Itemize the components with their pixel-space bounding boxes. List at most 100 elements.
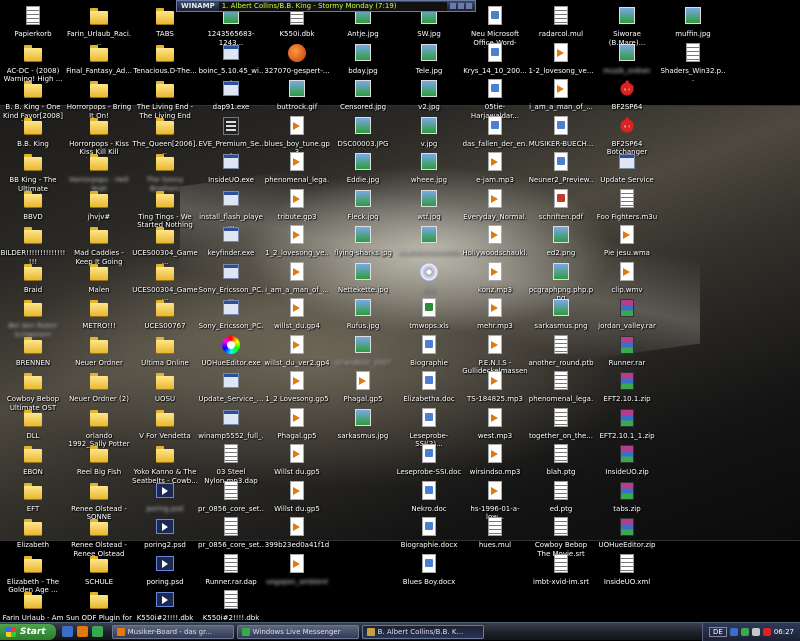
winamp-window-buttons[interactable] — [447, 3, 475, 9]
desktop-icon-label: flying-sharks.jpg — [334, 249, 392, 257]
desktop-icon[interactable]: Blues Boy.docx — [396, 551, 462, 623]
desktop-icon-label: Biographie — [410, 358, 448, 367]
taskbar-button-label: Windows Live Messenger — [252, 627, 341, 636]
desktop-icon-label: konz.mp3 — [477, 285, 513, 294]
taskbar-button[interactable]: Musiker-Board - das gr... — [111, 624, 234, 639]
desktop-icon-label: UOSU — [154, 395, 176, 403]
desktop-icon-label: poring.psd — [146, 577, 184, 586]
antivirus-icon[interactable] — [762, 627, 771, 636]
exe-icon — [220, 224, 242, 246]
shade-icon[interactable] — [458, 3, 464, 9]
desktop-icon[interactable]: vegapsn_ambient — [264, 551, 330, 623]
folder-icon — [88, 151, 110, 173]
folder-icon — [154, 78, 176, 100]
minimize-icon[interactable] — [450, 3, 456, 9]
media-icon — [484, 370, 506, 392]
desktop-icon-label: clip.wmv — [611, 285, 643, 294]
desktop-icon-label: Eddie.jpg — [346, 176, 380, 184]
desktop-icon-label: willst_du_ver2.gp4 — [264, 358, 330, 367]
desktop-icon-label: UOHueEditor.zip — [598, 541, 656, 549]
desktop-icon[interactable]: sarkasmus.jpg — [330, 405, 396, 477]
text-icon — [220, 480, 242, 502]
desktop-icon-label: Neuer Ordner — [75, 358, 123, 367]
taskbar-button[interactable]: B. Albert Collins/B.B. K... — [361, 624, 484, 639]
image-icon — [418, 224, 440, 246]
desktop-icon-label: InsideUO.xml — [603, 577, 651, 586]
text-icon — [550, 5, 572, 27]
desktop-icon[interactable]: hues.mul — [462, 514, 528, 586]
doc-icon — [550, 115, 572, 137]
desktop-icon-label: Elizabetha.doc — [403, 395, 455, 403]
quick-launch — [56, 626, 109, 637]
start-button[interactable]: Start — [0, 623, 56, 640]
desktop-icon-label: tribute.gp3 — [277, 212, 317, 221]
desktop-icon-label: Nettekette.jpg — [337, 285, 389, 294]
desktop-icon-label: sarkasmus.jpg — [337, 431, 389, 440]
folder-icon — [22, 480, 44, 502]
desktop-icon-label: InsideUO.exe — [208, 176, 254, 184]
doc-icon — [484, 42, 506, 64]
desktop-icon[interactable]: InsideUO.xml — [594, 551, 660, 623]
desktop-icon-label: west.mp3 — [477, 431, 513, 440]
desktop-icon-label: METRO!!! — [82, 322, 116, 330]
text-icon — [484, 516, 506, 538]
desktop-icon-label: v.jpg — [420, 139, 438, 148]
desktop-icon-label: DSC00003.JPG — [337, 139, 389, 148]
text-icon — [22, 5, 44, 27]
folder-icon — [22, 370, 44, 392]
taskbar-button[interactable]: Windows Live Messenger — [236, 624, 359, 639]
desktop-icon-label: Leseprobe-SSI.doc — [396, 468, 462, 476]
image-icon — [352, 334, 374, 356]
language-indicator[interactable]: DE — [708, 626, 727, 637]
exe-icon — [220, 370, 242, 392]
media-icon — [286, 115, 308, 137]
desktop-icon-label: Tele.jpg — [415, 66, 443, 75]
desktop-icon-label: willst_du.gp4 — [274, 322, 320, 330]
messenger-icon[interactable] — [91, 626, 103, 637]
media-icon — [550, 42, 572, 64]
video-icon — [154, 480, 176, 502]
volume-icon[interactable] — [751, 627, 760, 636]
text-icon — [616, 553, 638, 575]
taskbar-buttons: Musiker-Board - das gr... Windows Live Me… — [109, 624, 484, 639]
media-icon — [286, 224, 308, 246]
close-icon[interactable] — [466, 3, 472, 9]
folder-icon — [88, 5, 110, 27]
desktop-icon-label: i_am_a_man_of_... — [265, 285, 329, 294]
desktop-icon-label: Antje.jpg — [347, 30, 379, 38]
media-icon — [286, 553, 308, 575]
text-icon — [550, 553, 572, 575]
folder-icon — [88, 334, 110, 356]
image-icon — [682, 5, 704, 27]
folder-icon — [22, 334, 44, 356]
messenger-tray-icon[interactable] — [740, 627, 749, 636]
doc-icon — [484, 78, 506, 100]
clock[interactable]: 06:27 — [774, 628, 794, 636]
desktop-icon[interactable]: Shaders_Win32.p... — [660, 40, 726, 112]
doc-icon — [418, 370, 440, 392]
doc-icon — [418, 297, 440, 319]
desktop-icon[interactable]: Farin Urlaub - Am Ende der Sonne — [0, 587, 66, 622]
winrar-icon — [616, 516, 638, 538]
desktop-icon-label: MUSIKER-BUECH... — [528, 139, 594, 148]
desktop-icon[interactable]: Sun ODF Plugin for Microsoft Office ... — [66, 587, 132, 622]
desktop-icon-label: dap91.exe — [212, 103, 250, 111]
desktop-icon-label: v2.jpg — [418, 103, 440, 111]
show-desktop-icon[interactable] — [61, 626, 73, 637]
folder-icon — [88, 443, 110, 465]
network-icon[interactable] — [729, 627, 738, 636]
folder-icon — [154, 334, 176, 356]
image-icon — [418, 78, 440, 100]
desktop-icon[interactable]: K550i#2!!!!.dbk — [198, 587, 264, 622]
desktop-icon-label: Rufus.jpg — [346, 322, 380, 330]
folder-icon — [88, 297, 110, 319]
desktop-icon-label: mehr.mp3 — [477, 322, 513, 330]
winamp-track-title: 1. Albert Collins/B.B. King - Stormy Mon… — [218, 1, 447, 11]
desktop-icon-label: Braid — [23, 285, 43, 294]
desktop-icon-label: SW.jpg — [417, 30, 441, 38]
winamp-window[interactable]: WINAMP 1. Albert Collins/B.B. King - Sto… — [176, 0, 476, 12]
desktop-icon[interactable]: imbt-xvid-im.srt — [528, 551, 594, 623]
firefox-icon[interactable] — [76, 626, 88, 637]
desktop-icon[interactable]: K550i#2!!!!.dbk — [132, 587, 198, 622]
desktop-icon-label: Final_Fantasy_Ad... — [66, 66, 132, 75]
